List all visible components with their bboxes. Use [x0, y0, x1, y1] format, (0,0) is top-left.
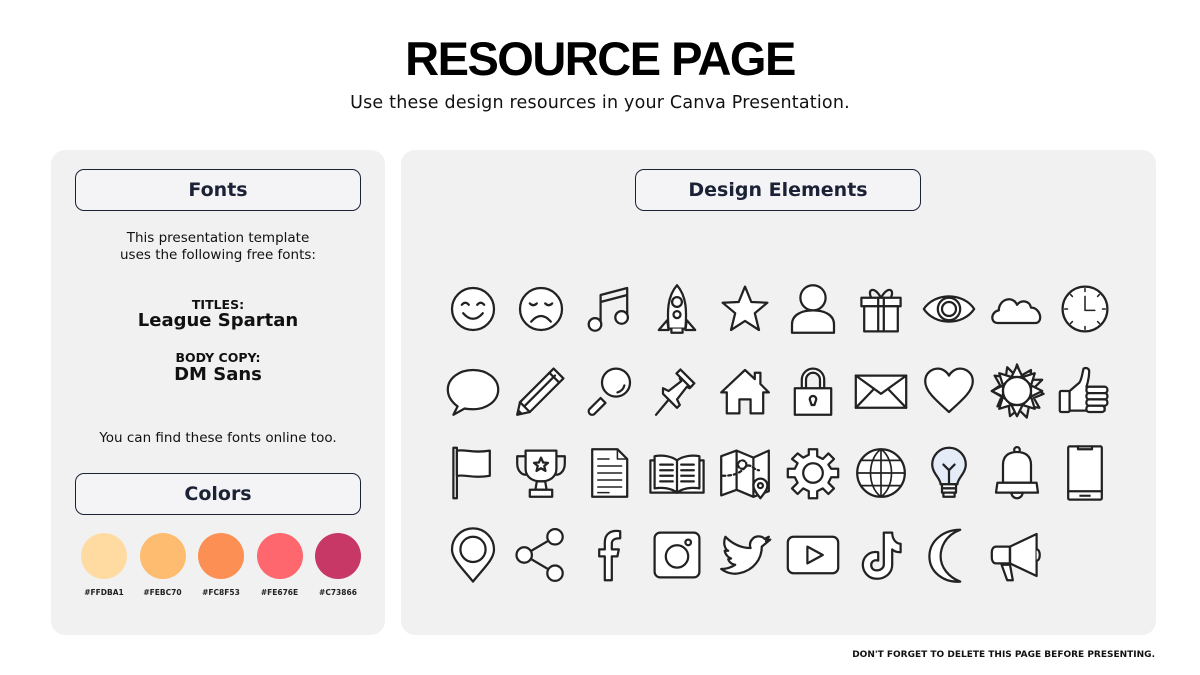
- speech-bubble-icon[interactable]: [439, 350, 507, 432]
- color-hex-label: #FEBC70: [143, 588, 182, 597]
- twitter-icon[interactable]: [711, 514, 779, 596]
- color-hex-label: #FFDBA1: [84, 588, 124, 597]
- color-dot: [315, 533, 361, 579]
- color-dot: [198, 533, 244, 579]
- fonts-heading: Fonts: [75, 169, 361, 211]
- color-swatch: #FE676E: [256, 533, 303, 597]
- find-fonts-note: You can find these fonts online too.: [99, 430, 337, 446]
- padlock-icon[interactable]: [779, 350, 847, 432]
- tiktok-icon[interactable]: [847, 514, 915, 596]
- envelope-icon[interactable]: [847, 350, 915, 432]
- map-icon[interactable]: [711, 432, 779, 514]
- color-swatches: #FFDBA1 #FEBC70 #FC8F53 #FE676E #C73866: [81, 533, 361, 597]
- color-dot: [81, 533, 127, 579]
- facebook-icon[interactable]: [575, 514, 643, 596]
- star-icon[interactable]: [711, 268, 779, 350]
- color-dot: [256, 533, 303, 579]
- design-elements-heading: Design Elements: [635, 169, 921, 211]
- music-note-icon[interactable]: [575, 268, 643, 350]
- color-swatch: #FFDBA1: [81, 533, 127, 597]
- sun-icon[interactable]: [983, 350, 1051, 432]
- user-icon[interactable]: [779, 268, 847, 350]
- flag-icon[interactable]: [439, 432, 507, 514]
- smiley-face-icon[interactable]: [439, 268, 507, 350]
- youtube-icon[interactable]: [779, 514, 847, 596]
- color-swatch: #FC8F53: [198, 533, 244, 597]
- colors-heading: Colors: [75, 473, 361, 515]
- color-hex-label: #FE676E: [260, 588, 299, 597]
- page-subtitle: Use these design resources in your Canva…: [350, 93, 850, 113]
- icon-grid: [439, 268, 1119, 596]
- fonts-intro-line-2: uses the following free fonts:: [119, 247, 316, 263]
- cloud-icon[interactable]: [983, 268, 1051, 350]
- color-hex-label: #FC8F53: [202, 588, 240, 597]
- bell-icon[interactable]: [983, 432, 1051, 514]
- open-book-icon[interactable]: [643, 432, 711, 514]
- color-dot: [139, 533, 186, 579]
- gear-icon[interactable]: [779, 432, 847, 514]
- gift-icon[interactable]: [847, 268, 915, 350]
- fonts-intro-line-1: This presentation template: [126, 230, 310, 246]
- color-hex-label: #C73866: [319, 588, 357, 597]
- location-pin-icon[interactable]: [439, 514, 507, 596]
- house-icon[interactable]: [711, 350, 779, 432]
- pushpin-icon[interactable]: [643, 350, 711, 432]
- clock-icon[interactable]: [1051, 268, 1119, 350]
- fonts-intro: This presentation template uses the foll…: [51, 230, 385, 264]
- page-title: RESOURCE PAGE: [405, 32, 796, 85]
- design-elements-panel: Design Elements: [401, 150, 1156, 635]
- lightbulb-icon[interactable]: [915, 432, 983, 514]
- thumbs-up-icon[interactable]: [1051, 350, 1119, 432]
- smartphone-icon[interactable]: [1051, 432, 1119, 514]
- body-font-name: DM Sans: [174, 364, 262, 385]
- megaphone-icon[interactable]: [983, 514, 1051, 596]
- heart-icon[interactable]: [915, 350, 983, 432]
- color-swatch: #FEBC70: [139, 533, 186, 597]
- share-icon[interactable]: [507, 514, 575, 596]
- delete-page-reminder: DON'T FORGET TO DELETE THIS PAGE BEFORE …: [852, 650, 1155, 660]
- color-swatch: #C73866: [315, 533, 361, 597]
- eye-icon[interactable]: [915, 268, 983, 350]
- titles-font-name: League Spartan: [137, 310, 299, 331]
- magnifying-glass-icon[interactable]: [575, 350, 643, 432]
- crescent-moon-icon[interactable]: [915, 514, 983, 596]
- body-copy-label: BODY COPY:: [175, 350, 261, 365]
- trophy-icon[interactable]: [507, 432, 575, 514]
- document-icon[interactable]: [575, 432, 643, 514]
- instagram-icon[interactable]: [643, 514, 711, 596]
- pencil-icon[interactable]: [507, 350, 575, 432]
- fonts-colors-panel: Fonts This presentation template uses th…: [51, 150, 385, 635]
- sad-face-icon[interactable]: [507, 268, 575, 350]
- rocket-icon[interactable]: [643, 268, 711, 350]
- globe-icon[interactable]: [847, 432, 915, 514]
